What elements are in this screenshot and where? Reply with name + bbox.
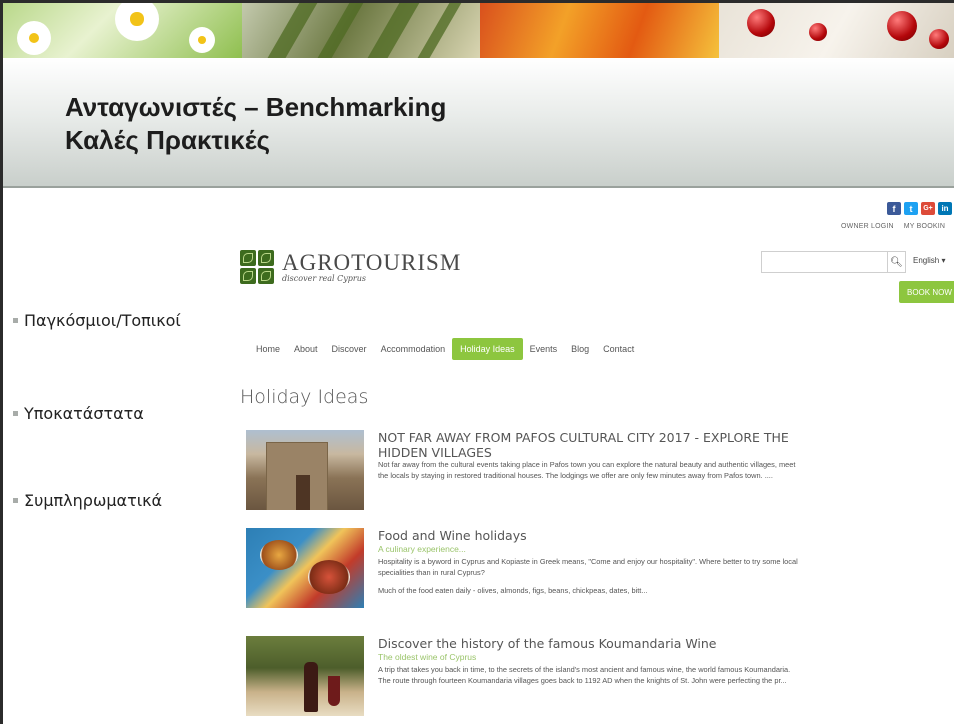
logo-mark-icon [240,250,274,284]
website-screenshot: f t G+ in OWNER LOGIN MY BOOKIN AGROTOUR… [3,190,954,724]
googleplus-icon[interactable]: G+ [921,202,935,215]
site-logo[interactable]: AGROTOURISM discover real Cyprus [240,250,461,284]
daisy-photo [3,3,242,58]
facebook-icon[interactable]: f [887,202,901,215]
nav-blog[interactable]: Blog [564,339,596,359]
autumn-leaves-photo [480,3,719,58]
search-input[interactable] [761,251,888,273]
nav-events[interactable]: Events [523,339,565,359]
slide-title-line-1: Ανταγωνιστές – Benchmarking [65,92,447,122]
nav-accommodation[interactable]: Accommodation [374,339,453,359]
nav-contact[interactable]: Contact [596,339,641,359]
presentation-slide: Ανταγωνιστές – Benchmarking Καλές Πρακτι… [0,0,954,724]
page-heading: Holiday Ideas [240,386,369,408]
article-excerpt: Not far away from the cultural events ta… [378,460,796,480]
search-icon: 🔍︎ [890,256,903,268]
social-icons: f t G+ in [887,202,952,215]
nav-holiday-ideas[interactable]: Holiday Ideas [452,338,523,360]
slide-title-line-2: Καλές Πρακτικές [65,125,271,155]
top-links: OWNER LOGIN MY BOOKIN [841,223,945,230]
article-excerpt: A trip that takes you back in time, to t… [378,665,791,685]
nav-about[interactable]: About [287,339,325,359]
village-tower-thumbnail[interactable] [246,430,364,510]
slide-title: Ανταγωνιστές – Benchmarking Καλές Πρακτι… [65,91,446,157]
palm-leaf-photo [241,3,480,58]
red-berries-photo [718,3,954,58]
language-select[interactable]: English ▾ [913,256,945,265]
twitter-icon[interactable]: t [904,202,918,215]
book-now-button[interactable]: BOOK NOW [899,281,954,303]
logo-tagline: discover real Cyprus [282,273,366,283]
article-subtitle: A culinary experience... [378,544,466,554]
food-dishes-thumbnail[interactable] [246,528,364,608]
linkedin-icon[interactable]: in [938,202,952,215]
article-subtitle: The oldest wine of Cyprus [378,652,477,662]
article-title[interactable]: Discover the history of the famous Kouma… [378,636,798,651]
nav-home[interactable]: Home [249,339,287,359]
main-navigation: Home About Discover Accommodation Holida… [249,338,641,360]
nav-discover[interactable]: Discover [325,339,374,359]
article-excerpt: Hospitality is a byword in Cyprus and Ko… [378,557,798,595]
my-bookings-link[interactable]: MY BOOKIN [904,223,945,230]
article-item[interactable]: Discover the history of the famous Kouma… [246,636,798,716]
article-title[interactable]: NOT FAR AWAY FROM PAFOS CULTURAL CITY 20… [378,430,798,460]
article-item[interactable]: Food and Wine holidays A culinary experi… [246,528,798,608]
wine-bottle-thumbnail[interactable] [246,636,364,716]
owner-login-link[interactable]: OWNER LOGIN [841,223,894,230]
decorative-photo-banner [3,3,954,58]
logo-name: AGROTOURISM [282,249,462,275]
article-title[interactable]: Food and Wine holidays [378,528,798,543]
title-band: Ανταγωνιστές – Benchmarking Καλές Πρακτι… [3,58,954,188]
search-button[interactable]: 🔍︎ [888,251,906,273]
article-item[interactable]: NOT FAR AWAY FROM PAFOS CULTURAL CITY 20… [246,430,798,510]
